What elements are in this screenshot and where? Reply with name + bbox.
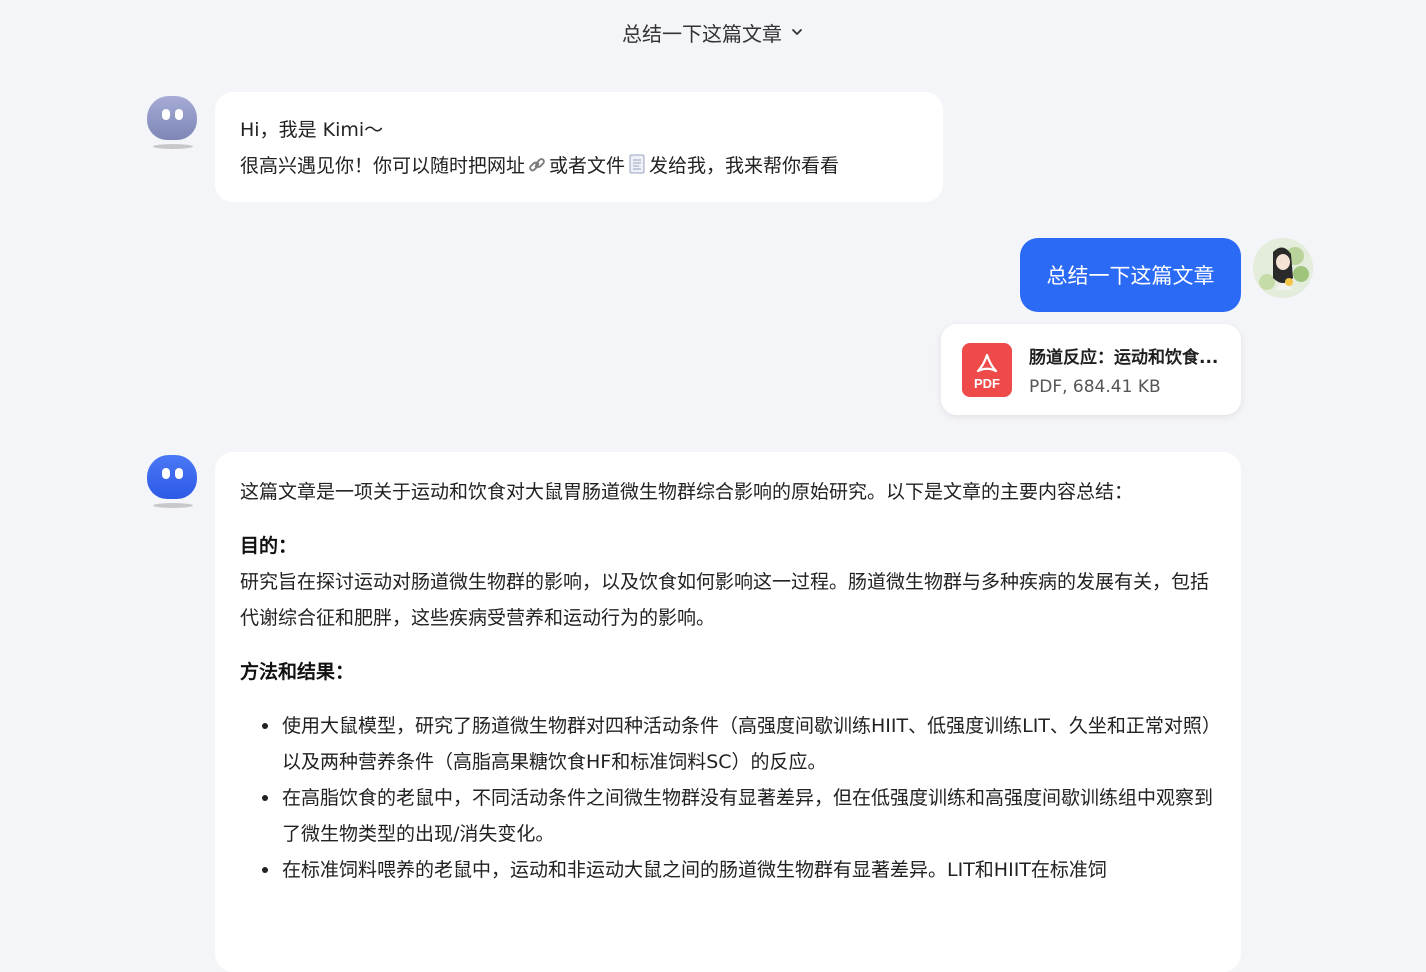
attachment-file-name: 肠道反应：运动和饮食... [1029,347,1219,368]
user-message-bubble: 总结一下这篇文章 [1020,238,1241,312]
greeting-line-1: Hi，我是 Kimi～ [240,119,384,141]
answer-purpose-text: 研究旨在探讨运动对肠道微生物群的影响，以及饮食如何影响这一过程。肠道微生物群与多… [240,571,1210,629]
conversation-title: 总结一下这篇文章 [622,21,782,46]
greeting-line-2: 很高兴遇见你！你可以随时把网址 或者文件 发给我，我来帮你看看 [240,148,918,187]
kimi-face-icon [147,96,197,140]
assistant-answer-message: 这篇文章是一项关于运动和饮食对大鼠胃肠道微生物群综合影响的原始研究。以下是文章的… [215,452,1241,972]
greeting-message: Hi，我是 Kimi～ 很高兴遇见你！你可以随时把网址 或者文件 发给我，我来帮你看… [215,92,943,202]
answer-methods-list: 使用大鼠模型，研究了肠道微生物群对四种活动条件（高强度间歇训练HIIT、低强度训… [240,708,1216,888]
pdf-icon-label: PDF [974,375,1000,391]
user-avatar-illustration-icon [1253,238,1313,298]
document-icon [627,151,647,187]
list-item: 在高脂饮食的老鼠中，不同活动条件之间微生物群没有显著差异，但在低强度训练和高强度… [240,780,1216,852]
chat-header: 总结一下这篇文章 [0,0,1426,64]
kimi-avatar-active [147,455,199,515]
answer-intro: 这篇文章是一项关于运动和饮食对大鼠胃肠道微生物群综合影响的原始研究。以下是文章的… [240,481,1134,503]
pdf-attachment-card[interactable]: PDF 肠道反应：运动和饮食... PDF, 684.41 KB [941,324,1241,415]
user-avatar[interactable] [1253,238,1313,298]
conversation-title-dropdown[interactable]: 总结一下这篇文章 [622,18,804,47]
pdf-file-icon: PDF [962,342,1012,397]
list-item: 在标准饲料喂养的老鼠中，运动和非运动大鼠之间的肠道微生物群有显著差异。LIT和H… [240,852,1216,888]
kimi-avatar [147,96,199,156]
answer-purpose-heading: 目的： [240,535,298,557]
greeting-text-b: 或者文件 [549,155,626,177]
answer-methods-heading: 方法和结果： [240,661,355,683]
attachment-file-meta: PDF, 684.41 KB [1029,376,1161,397]
list-item: 使用大鼠模型，研究了肠道微生物群对四种活动条件（高强度间歇训练HIIT、低强度训… [240,708,1216,780]
greeting-text-c: 发给我，我来帮你看看 [649,155,840,177]
chevron-down-icon [792,29,802,35]
link-icon [527,151,547,187]
user-message-text: 总结一下这篇文章 [1046,264,1215,288]
kimi-face-icon [147,455,197,499]
greeting-text-a: 很高兴遇见你！你可以随时把网址 [240,155,526,177]
